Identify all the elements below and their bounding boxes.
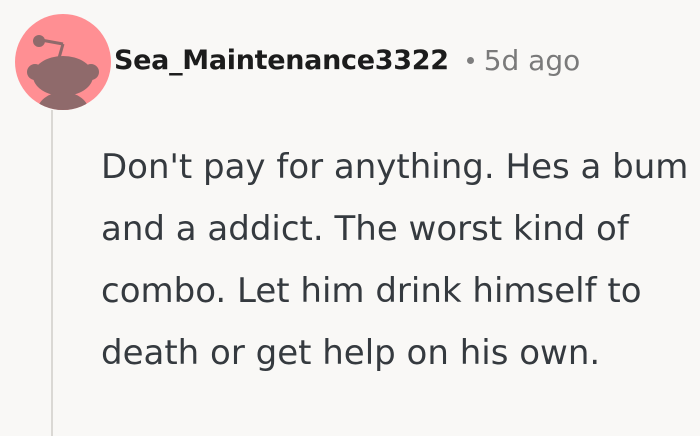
comment-header: Sea_Maintenance3322 5d ago [114, 40, 580, 80]
reddit-snoo-icon [27, 35, 99, 110]
dot-separator-icon [466, 56, 474, 64]
comment-timestamp[interactable]: 5d ago [484, 44, 581, 77]
comment-body: Don't pay for anything. Hes a bum and a … [101, 147, 689, 373]
user-avatar[interactable] [15, 14, 111, 110]
thread-line[interactable] [51, 110, 53, 436]
username-link[interactable]: Sea_Maintenance3322 [114, 45, 449, 76]
